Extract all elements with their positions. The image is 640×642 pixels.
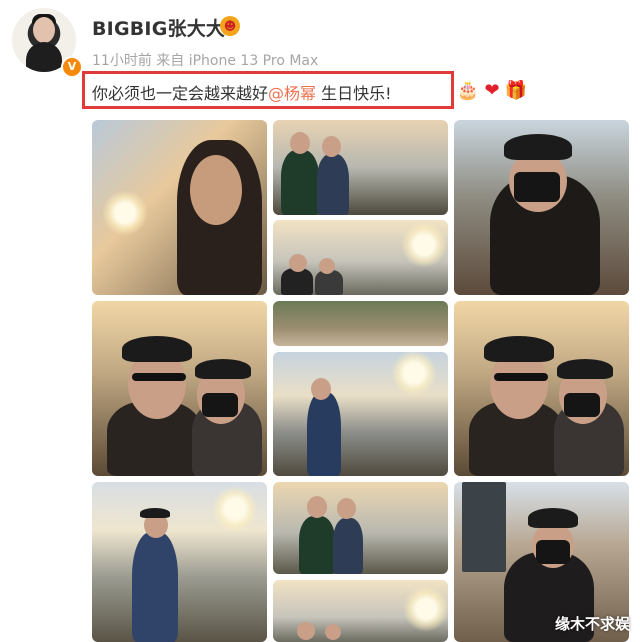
photo-grid: 缘木不求娱 bbox=[0, 0, 640, 642]
watermark: 缘木不求娱 bbox=[554, 615, 630, 633]
photo-7[interactable] bbox=[273, 352, 448, 476]
photo-8[interactable] bbox=[454, 301, 629, 476]
photo-3[interactable] bbox=[273, 220, 448, 295]
photo-4[interactable] bbox=[454, 120, 629, 295]
photo-1[interactable] bbox=[92, 120, 267, 295]
photo-5[interactable] bbox=[92, 301, 267, 476]
photo-2[interactable] bbox=[273, 120, 448, 215]
photo-10[interactable] bbox=[273, 482, 448, 574]
photo-11[interactable] bbox=[273, 580, 448, 642]
photo-6[interactable] bbox=[273, 301, 448, 346]
photo-9[interactable] bbox=[92, 482, 267, 642]
